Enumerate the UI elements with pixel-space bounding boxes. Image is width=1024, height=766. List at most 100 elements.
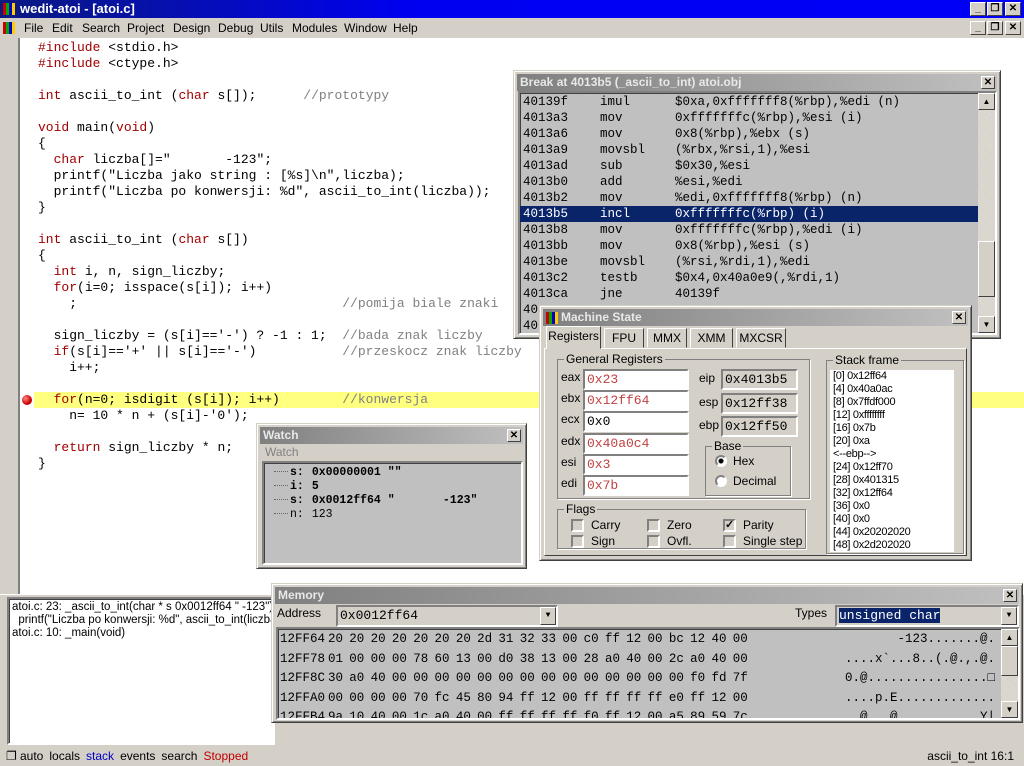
watch-item[interactable]: i: 5 xyxy=(274,480,319,493)
menu-window[interactable]: Window xyxy=(344,18,387,38)
code-line[interactable]: int ascii_to_int (char s[]); //prototypy xyxy=(38,88,389,104)
scroll-down-icon[interactable]: ▼ xyxy=(1001,701,1018,718)
code-line[interactable]: int i, n, sign_liczby; xyxy=(38,264,226,280)
memory-scrollbar[interactable]: ▲ ▼ xyxy=(1001,629,1018,718)
code-line[interactable]: n= 10 * n + (s[i]-'0'); xyxy=(38,408,248,424)
flag-parity-checkbox[interactable]: ✓ xyxy=(723,519,736,532)
flag-ovfl--checkbox[interactable] xyxy=(647,535,660,548)
code-line[interactable]: int ascii_to_int (char s[]) xyxy=(38,232,249,248)
code-line[interactable]: } xyxy=(38,456,46,472)
menu-project[interactable]: Project xyxy=(127,18,164,38)
machine-state-title-bar[interactable]: Machine State ✕ xyxy=(543,309,968,326)
restore-button[interactable]: ❐ xyxy=(987,2,1003,16)
call-stack-view[interactable]: atoi.c: 23: _ascii_to_int(char * s 0x001… xyxy=(7,597,287,745)
close-icon[interactable]: ✕ xyxy=(1003,589,1017,602)
radio-label-decimal[interactable]: Decimal xyxy=(733,474,776,488)
stack-frame-item[interactable]: [20] 0xa xyxy=(833,435,954,448)
doc-restore-button[interactable]: ❐ xyxy=(987,21,1003,35)
stack-frame-item[interactable]: [16] 0x7b xyxy=(833,422,954,435)
disassembly-row[interactable]: 4013a6 mov 0x8(%rbp),%ebx (s) xyxy=(520,126,978,142)
close-icon[interactable]: ✕ xyxy=(981,76,995,89)
disassembly-scrollbar[interactable]: ▲ ▼ xyxy=(978,93,995,333)
disassembly-row[interactable]: 4013b5 incl 0xfffffffc(%rbp) (i) xyxy=(520,206,978,222)
code-line[interactable]: { xyxy=(38,248,46,264)
stack-frame-item[interactable]: [36] 0x0 xyxy=(833,500,954,513)
address-combo[interactable]: 0x0012ff64 ▼ xyxy=(336,605,558,627)
tab-xmm[interactable]: XMM xyxy=(690,328,733,348)
chevron-down-icon[interactable]: ▼ xyxy=(540,607,556,625)
disassembly-row[interactable]: 4013b2 mov %edi,0xfffffff8(%rbp) (n) xyxy=(520,190,978,206)
watch-tree[interactable]: s: 0x00000001 "" i: 5 s: 0x0012ff64 " -123" n:… xyxy=(262,461,523,565)
doc-close-button[interactable]: ✕ xyxy=(1005,21,1021,35)
flag-carry-checkbox[interactable] xyxy=(571,519,584,532)
types-combo[interactable]: unsigned char ▼ xyxy=(835,605,1019,627)
stack-frame-item[interactable]: <--ebp--> xyxy=(833,448,954,461)
radio-label-hex[interactable]: Hex xyxy=(733,454,754,468)
stack-frame-item[interactable]: [0] 0x12ff64 xyxy=(833,370,954,383)
scroll-down-icon[interactable]: ▼ xyxy=(978,316,995,333)
chevron-down-icon[interactable]: ▼ xyxy=(1001,607,1017,625)
stack-frame-item[interactable]: [32] 0x12ff64 xyxy=(833,487,954,500)
close-icon[interactable]: ✕ xyxy=(507,429,521,442)
register-eax-field[interactable]: 0x23 xyxy=(583,369,689,390)
tab-fpu[interactable]: FPU xyxy=(604,328,644,348)
code-line[interactable]: return sign_liczby * n; xyxy=(38,440,233,456)
code-line[interactable]: sign_liczby = (s[i]=='-') ? -1 : 1; //ba… xyxy=(38,328,483,344)
scroll-thumb[interactable] xyxy=(1001,646,1018,676)
code-line[interactable]: for(i=0; isspace(s[i]); i++) xyxy=(38,280,272,296)
memory-row[interactable]: 12FFA0 00 00 00 00 70 fc 45 80 94 ff 12 0… xyxy=(278,689,1001,708)
disassembly-title-bar[interactable]: Break at 4013b5 (_ascii_to_int) atoi.obj… xyxy=(517,74,997,91)
menu-help[interactable]: Help xyxy=(393,18,418,38)
menu-modules[interactable]: Modules xyxy=(292,18,337,38)
watch-menu[interactable]: Watch xyxy=(265,445,299,459)
disassembly-row[interactable]: 4013bb mov 0x8(%rbp),%esi (s) xyxy=(520,238,978,254)
memory-title-bar[interactable]: Memory ✕ xyxy=(275,587,1019,604)
restore-panel-icon[interactable]: ❐ xyxy=(6,746,17,766)
status-tab-locals[interactable]: locals xyxy=(49,749,80,763)
code-line[interactable]: for(n=0; isdigit (s[i]); i++) //konwersj… xyxy=(38,392,428,408)
code-line[interactable]: { xyxy=(38,136,46,152)
call-stack-entry[interactable]: atoi.c: 10: _main(void) xyxy=(12,627,270,640)
disassembly-row[interactable]: 4013a9 movsbl (%rbx,%rsi,1),%esi xyxy=(520,142,978,158)
code-line[interactable]: } xyxy=(38,200,46,216)
code-line[interactable]: printf("Liczba po konwersji: %d", ascii_… xyxy=(38,184,491,200)
stack-frame-item[interactable]: [44] 0x20202020 xyxy=(833,526,954,539)
disassembly-row[interactable]: 4013b8 mov 0xfffffffc(%rbp),%edi (i) xyxy=(520,222,978,238)
close-icon[interactable]: ✕ xyxy=(952,311,966,324)
disassembly-row[interactable]: 40139f imul $0xa,0xfffffff8(%rbp),%edi (n) xyxy=(520,94,978,110)
menu-file[interactable]: File xyxy=(24,18,43,38)
stack-frame-item[interactable]: [48] 0x2d202020 xyxy=(833,539,954,552)
flag-zero-checkbox[interactable] xyxy=(647,519,660,532)
stack-frame-list[interactable]: [0] 0x12ff64 [4] 0x40a0ac [8] 0x7ffdf000 [1… xyxy=(830,370,954,552)
watch-title-bar[interactable]: Watch ✕ xyxy=(260,427,523,444)
menu-debug[interactable]: Debug xyxy=(218,18,253,38)
menu-utils[interactable]: Utils xyxy=(260,18,283,38)
memory-dump[interactable]: 12FF64 20 20 20 20 20 20 20 2d 31 32 33 0… xyxy=(276,627,1020,720)
watch-item[interactable]: s: 0x0012ff64 " -123" xyxy=(274,494,477,507)
register-edx-field[interactable]: 0x40a0c4 xyxy=(583,432,689,454)
register-ebx-field[interactable]: 0x12ff64 xyxy=(583,390,689,412)
code-line[interactable]: printf("Liczba jako string : [%s]\n",lic… xyxy=(38,168,405,184)
status-tab-auto[interactable]: auto xyxy=(20,749,43,763)
stack-frame-item[interactable]: [24] 0x12ff70 xyxy=(833,461,954,474)
memory-row[interactable]: 12FF64 20 20 20 20 20 20 20 2d 31 32 33 0… xyxy=(278,630,1001,649)
memory-row[interactable]: 12FFB4 9a 10 40 00 1c a0 40 00 ff ff ff f… xyxy=(278,708,1001,718)
memory-row[interactable]: 12FF8C 30 a0 40 00 00 00 00 00 00 00 00 0… xyxy=(278,669,1001,688)
code-line[interactable]: i++; xyxy=(38,360,100,376)
disassembly-list[interactable]: 40139f imul $0xa,0xfffffff8(%rbp),%edi (n)… xyxy=(518,91,997,335)
scroll-thumb[interactable] xyxy=(978,241,995,297)
stack-frame-item[interactable]: [40] 0x0 xyxy=(833,513,954,526)
memory-row[interactable]: 12FF78 01 00 00 00 78 60 13 00 d0 38 13 0… xyxy=(278,650,1001,669)
tab-mmx[interactable]: MMX xyxy=(647,328,687,348)
status-tab-stack[interactable]: stack xyxy=(86,749,114,763)
tab-mxcsr[interactable]: MXCSR xyxy=(736,328,786,348)
stack-frame-item[interactable]: [28] 0x401315 xyxy=(833,474,954,487)
code-line[interactable]: void main(void) xyxy=(38,120,155,136)
radio-decimal[interactable] xyxy=(715,475,727,487)
status-tab-events[interactable]: events xyxy=(120,749,155,763)
status-tab-search[interactable]: search xyxy=(161,749,197,763)
disassembly-row[interactable]: 4013be movsbl (%rsi,%rdi,1),%edi xyxy=(520,254,978,270)
flag-single-step-checkbox[interactable] xyxy=(723,535,736,548)
call-stack-entry[interactable]: printf("Liczba po konwersji: %d", ascii_… xyxy=(12,614,287,627)
code-line[interactable]: ; //pomija biale znaki xyxy=(38,296,498,312)
